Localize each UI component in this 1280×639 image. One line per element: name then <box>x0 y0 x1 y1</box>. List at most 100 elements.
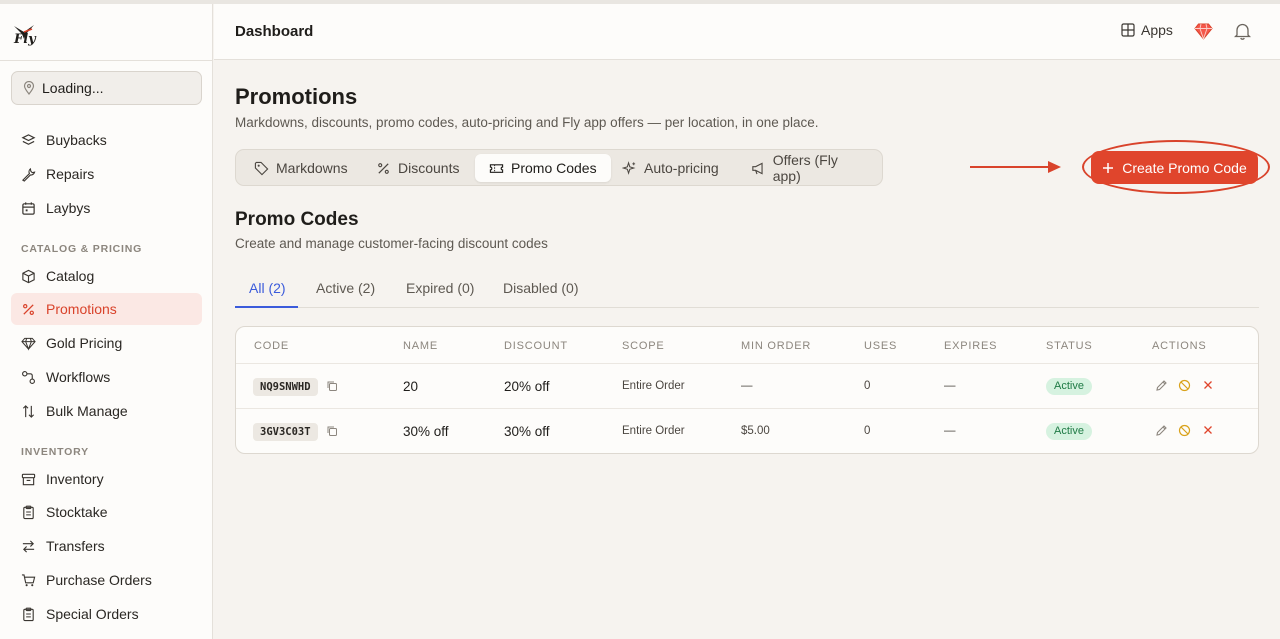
tab-label: Offers (Fly app) <box>772 152 838 184</box>
ruby-gem-icon[interactable] <box>1194 23 1213 40</box>
sidebar-item-gold-pricing[interactable]: Gold Pricing <box>11 327 202 359</box>
tab-markdowns[interactable]: Markdowns <box>240 154 362 182</box>
status-badge: Active <box>1046 378 1092 395</box>
copy-icon[interactable] <box>326 425 338 437</box>
sidebar-item-label: Laybys <box>46 200 91 216</box>
sidebar-item-label: Inventory <box>46 471 104 487</box>
sidebar-item-label: Promotions <box>46 301 117 317</box>
sidebar-item-laybys[interactable]: Laybys <box>11 192 202 224</box>
filter-tab-disabled[interactable]: Disabled (0) <box>503 280 578 296</box>
header-title: Dashboard <box>235 23 314 40</box>
cell-scope: Entire Order <box>622 425 685 437</box>
sidebar-item-bulk-manage[interactable]: Bulk Manage <box>11 395 202 427</box>
tab-label: Promo Codes <box>511 160 597 176</box>
sidebar-item-promotions[interactable]: Promotions <box>11 293 202 325</box>
brand-logo-text: Fly <box>14 32 36 47</box>
percent-icon <box>378 162 389 174</box>
cell-expires: — <box>944 425 956 437</box>
column-header-expires: EXPIRES <box>944 340 998 352</box>
column-header-min-order: MIN ORDER <box>741 340 812 352</box>
status-badge: Active <box>1046 423 1092 440</box>
tab-promo-codes[interactable]: Promo Codes <box>475 154 611 182</box>
tab-auto-pricing[interactable]: Auto-pricing <box>608 154 733 182</box>
sort-icon <box>22 404 35 418</box>
location-selector[interactable]: Loading... <box>11 71 202 105</box>
sidebar: Fly Loading... Buybacks Repairs Laybys C… <box>0 4 213 639</box>
sidebar-item-repairs[interactable]: Repairs <box>11 158 202 190</box>
disable-ban-icon[interactable] <box>1178 424 1191 437</box>
section-label-inventory: INVENTORY <box>21 446 89 458</box>
promo-code-chip: NQ9SNWHD <box>253 378 318 396</box>
sidebar-item-label: Buybacks <box>46 132 107 148</box>
bell-icon[interactable] <box>1234 22 1251 40</box>
delete-x-icon[interactable] <box>1202 424 1214 436</box>
edit-pencil-icon[interactable] <box>1155 379 1168 392</box>
create-promo-code-label: Create Promo Code <box>1122 159 1247 176</box>
top-header: Dashboard Apps <box>214 4 1280 60</box>
sidebar-divider <box>0 60 213 61</box>
sidebar-item-purchase-orders[interactable]: Purchase Orders <box>11 564 202 596</box>
sidebar-item-label: Catalog <box>46 268 95 284</box>
promo-code-chip: 3GV3C03T <box>253 423 318 441</box>
wrench-icon <box>21 167 36 182</box>
filter-tab-active[interactable]: Active (2) <box>316 280 375 296</box>
sidebar-item-label: Repairs <box>46 166 95 182</box>
tab-offers-fly-app[interactable]: Offers (Fly app) <box>737 152 882 184</box>
edit-pencil-icon[interactable] <box>1155 424 1168 437</box>
transfer-icon <box>22 539 35 553</box>
column-header-scope: SCOPE <box>622 340 665 352</box>
column-header-uses: USES <box>864 340 898 352</box>
gem-icon <box>21 337 36 351</box>
filter-tab-all[interactable]: All (2) <box>249 280 286 296</box>
calendar-icon <box>22 201 35 215</box>
cell-expires: — <box>944 380 956 392</box>
filter-tab-expired[interactable]: Expired (0) <box>406 280 474 296</box>
cell-discount: 20% off <box>504 379 550 394</box>
megaphone-icon <box>752 162 763 174</box>
sidebar-item-label: Bulk Manage <box>46 403 128 419</box>
apps-button[interactable]: Apps <box>1121 22 1173 38</box>
table-row[interactable]: 3GV3C03T 30% off 30% off Entire Order $5… <box>236 408 1258 453</box>
sidebar-item-transfers[interactable]: Transfers <box>11 530 202 562</box>
column-header-status: STATUS <box>1046 340 1093 352</box>
sidebar-item-special-orders[interactable]: Special Orders <box>11 598 202 630</box>
sidebar-item-catalog[interactable]: Catalog <box>11 260 202 292</box>
tab-discounts[interactable]: Discounts <box>362 154 473 182</box>
sidebar-item-workflows[interactable]: Workflows <box>11 361 202 393</box>
sidebar-item-label: Stocktake <box>46 504 108 520</box>
map-pin-icon <box>23 81 35 95</box>
promotion-type-tabs: Markdowns Discounts Promo Codes Auto-pri… <box>235 149 883 186</box>
cell-name: 20 <box>403 379 419 394</box>
promo-codes-table: CODE NAME DISCOUNT SCOPE MIN ORDER USES … <box>235 326 1259 454</box>
column-header-discount: DISCOUNT <box>504 340 568 352</box>
disable-ban-icon[interactable] <box>1178 379 1191 392</box>
cell-name: 30% off <box>403 424 449 439</box>
sidebar-item-label: Transfers <box>46 538 105 554</box>
tab-label: Discounts <box>398 160 460 176</box>
cell-uses: 0 <box>864 380 871 392</box>
location-label: Loading... <box>42 80 104 96</box>
cell-discount: 30% off <box>504 424 550 439</box>
sparkles-icon <box>622 160 636 175</box>
apps-label: Apps <box>1141 22 1173 38</box>
sidebar-item-inventory[interactable]: Inventory <box>11 463 202 495</box>
table-row[interactable]: NQ9SNWHD 20 20% off Entire Order — 0 — A… <box>236 363 1258 408</box>
clipboard-icon <box>23 505 34 519</box>
section-title: Promo Codes <box>235 209 359 230</box>
box-icon <box>22 269 35 283</box>
delete-x-icon[interactable] <box>1202 379 1214 391</box>
cell-min-order: — <box>741 380 753 392</box>
create-promo-code-button[interactable]: Create Promo Code <box>1091 151 1258 184</box>
tab-label: Markdowns <box>276 160 348 176</box>
copy-icon[interactable] <box>326 380 338 392</box>
section-subtitle: Create and manage customer-facing discou… <box>235 236 548 251</box>
arrow-right-annotation-icon <box>970 161 1061 173</box>
tag-icon <box>254 161 269 175</box>
sidebar-item-buybacks[interactable]: Buybacks <box>11 124 202 156</box>
archive-icon <box>21 473 36 485</box>
column-header-name: NAME <box>403 340 438 352</box>
sidebar-item-stocktake[interactable]: Stocktake <box>11 496 202 528</box>
sidebar-item-label: Special Orders <box>46 606 139 622</box>
cell-scope: Entire Order <box>622 380 685 392</box>
sidebar-item-label: Gold Pricing <box>46 335 123 351</box>
